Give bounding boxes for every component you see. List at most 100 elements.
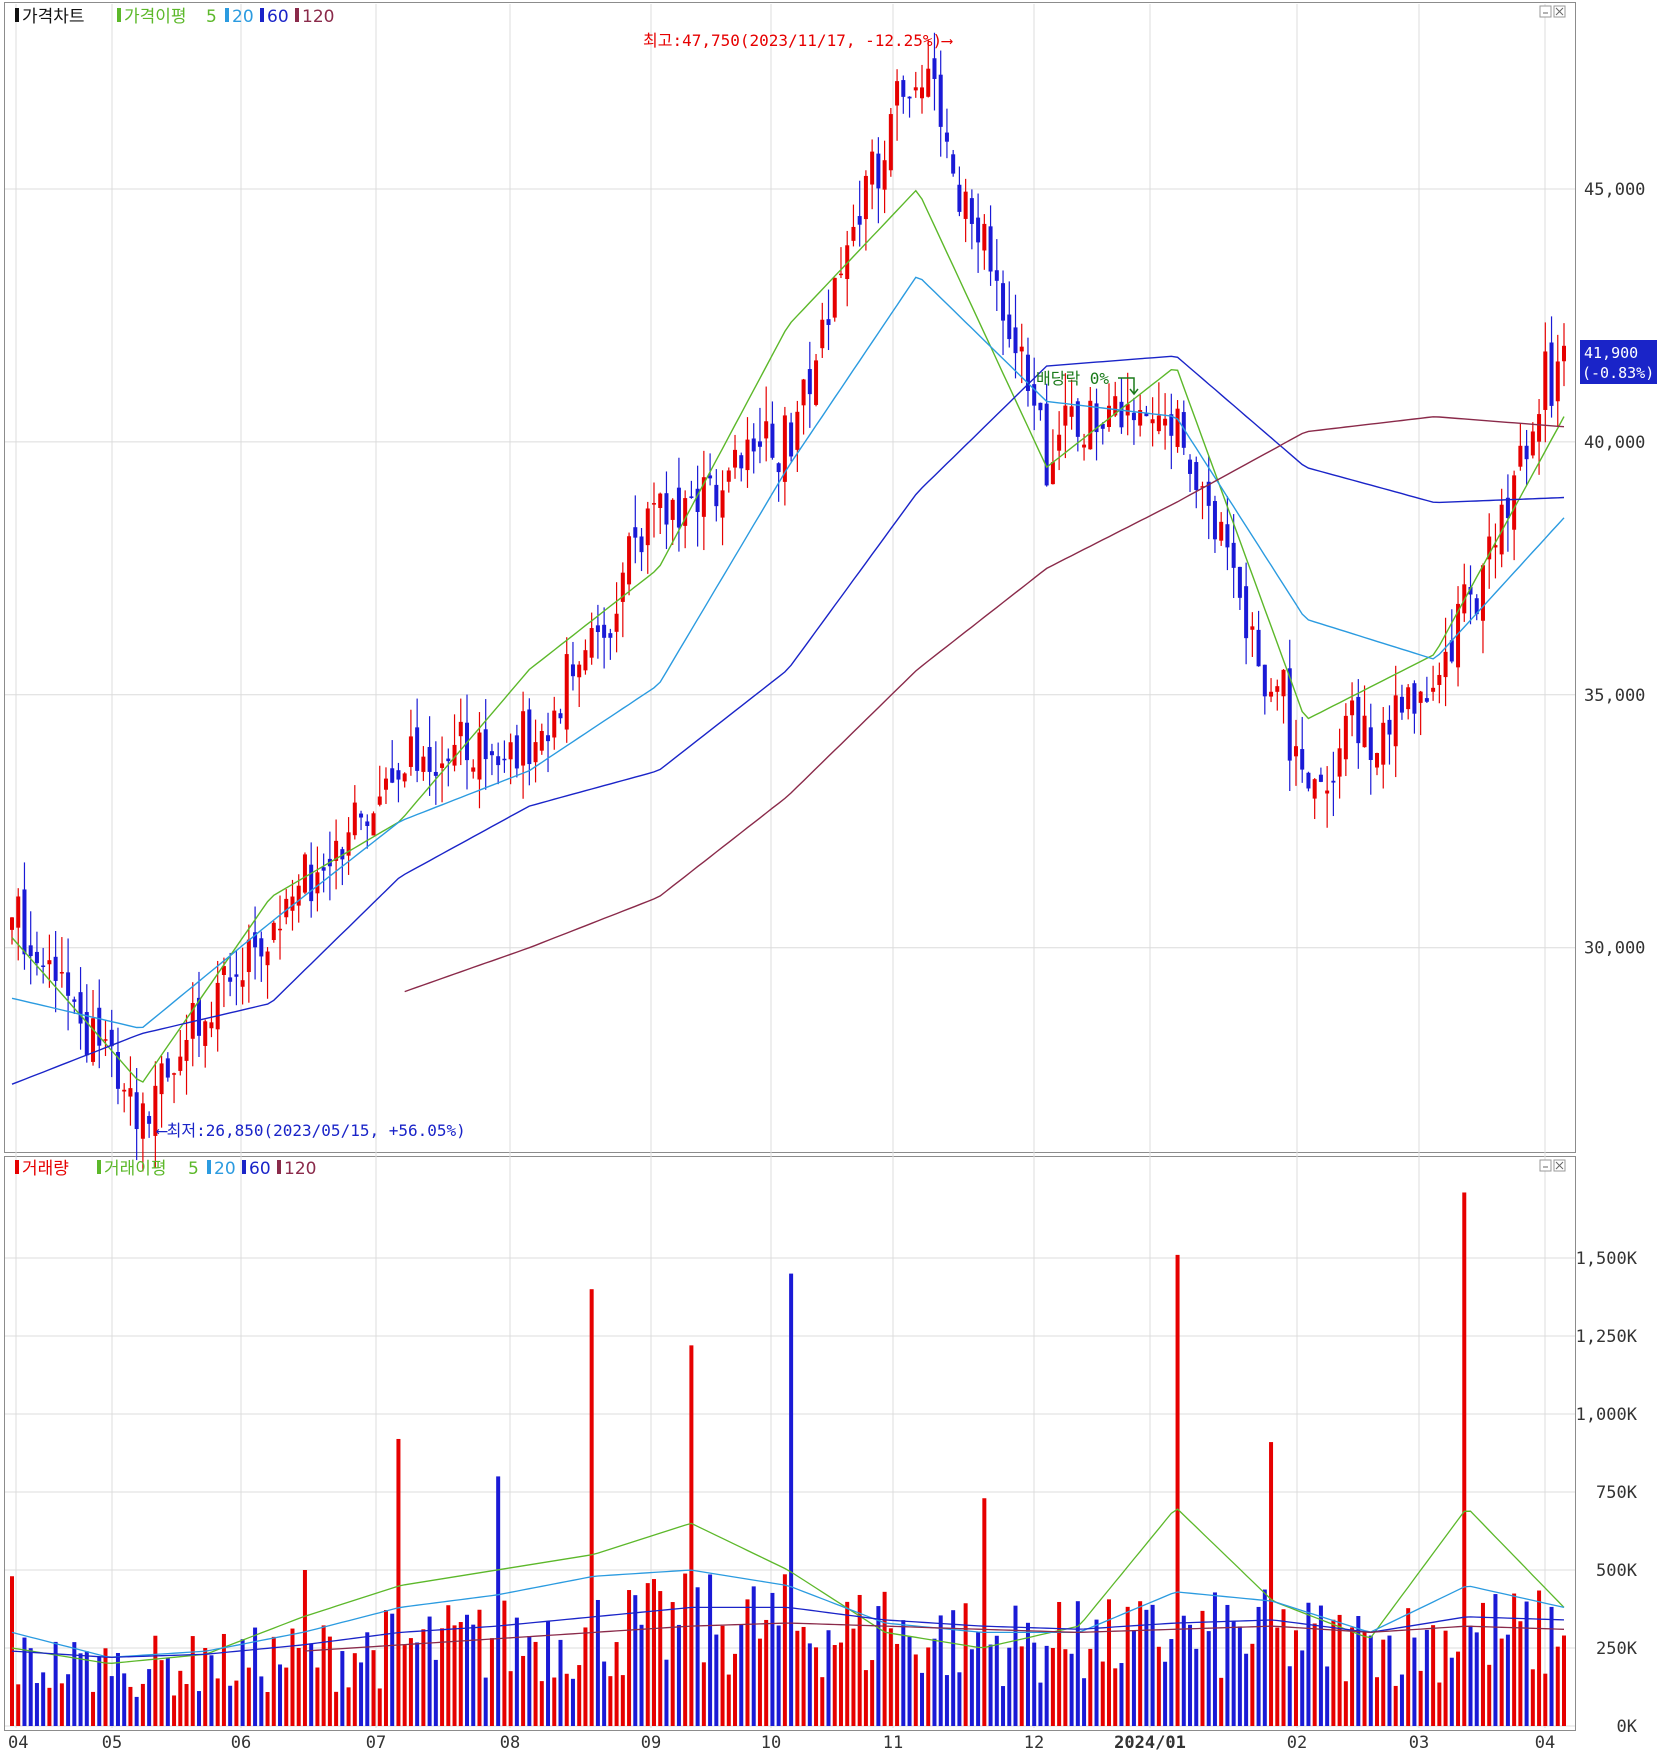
x-tick-label: 2024/01: [1114, 1733, 1186, 1753]
volume-bar: [620, 1675, 625, 1726]
volume-bar: [1119, 1663, 1124, 1726]
candle-body: [726, 470, 731, 482]
volume-bar: [1530, 1669, 1535, 1726]
volume-bar: [614, 1642, 619, 1726]
candle-body: [1555, 361, 1560, 402]
volume-bar: [932, 1638, 937, 1726]
volume-bar: [97, 1656, 102, 1726]
volume-bar: [1449, 1657, 1454, 1726]
volume-bar: [832, 1645, 837, 1726]
volume-bar: [645, 1583, 650, 1726]
legend-volume-marker: [15, 1160, 19, 1174]
candle-body: [539, 731, 544, 751]
candle-body: [770, 423, 775, 458]
candle-body: [907, 96, 912, 99]
volume-bar: [882, 1591, 887, 1726]
date-x-axis: 04 05 06 07 08 09 10 11 12 2024/01 02 03 04: [8, 1733, 1555, 1753]
candle-body: [1512, 475, 1517, 530]
volume-bar: [240, 1639, 245, 1726]
candle-body: [122, 1089, 127, 1092]
volume-bar: [346, 1687, 351, 1726]
volume-bar: [134, 1696, 139, 1726]
candle-body: [383, 778, 388, 790]
volume-bar: [651, 1579, 656, 1726]
candle-body: [664, 493, 669, 525]
volume-bar: [1188, 1624, 1193, 1726]
candle-body: [1119, 401, 1124, 428]
candle-body: [415, 727, 420, 771]
volume-bar: [907, 1636, 912, 1726]
candle-body: [134, 1092, 139, 1130]
candle-body: [888, 114, 893, 171]
volume-tick-label: 750K: [1596, 1483, 1638, 1503]
candle-body: [10, 917, 14, 930]
candle-body: [926, 68, 931, 97]
volume-bar: [402, 1645, 407, 1726]
candle-body: [159, 1063, 164, 1095]
candle-body: [1281, 669, 1286, 697]
volume-bar: [801, 1626, 806, 1726]
candle-body: [59, 972, 64, 974]
candle-body: [1424, 698, 1429, 702]
volume-y-axis: 1,500K 1,250K 1,000K 750K 500K 250K 0K: [1576, 1249, 1638, 1737]
volume-bar: [789, 1273, 794, 1726]
volume-bar: [246, 1667, 251, 1726]
candle-body: [1188, 459, 1193, 474]
candle-body: [53, 956, 58, 981]
candle-body: [733, 449, 738, 468]
candle-body: [920, 87, 925, 99]
volume-bar: [552, 1677, 557, 1726]
volume-bar: [196, 1691, 201, 1726]
candle-body: [645, 508, 650, 546]
candle-body: [508, 742, 513, 760]
candle-body: [1562, 345, 1566, 362]
volume-bar: [608, 1676, 613, 1726]
volume-bar: [1032, 1642, 1037, 1726]
volume-bar: [153, 1635, 158, 1726]
volume-bar: [41, 1672, 46, 1726]
volume-bar: [1138, 1601, 1143, 1726]
volume-bar: [452, 1625, 457, 1726]
volume-bar: [172, 1695, 177, 1726]
price-legend: 가격차트 가격이평 5 20 60 120: [15, 7, 334, 27]
volume-bar: [1318, 1605, 1323, 1726]
volume-bar: [851, 1628, 856, 1726]
stock-chart[interactable]: 45,000 40,000 35,000 30,000 1,500K 1,250K 1,0…: [0, 0, 1661, 1756]
volume-bar: [714, 1634, 719, 1726]
candle-body: [284, 898, 289, 918]
volume-bar: [1125, 1606, 1130, 1726]
candle-body: [944, 132, 949, 142]
legend-ma120: 120: [302, 7, 334, 27]
volume-bar: [415, 1642, 420, 1726]
candle-body: [1549, 342, 1554, 406]
volume-bar: [863, 1670, 868, 1726]
volume-bar: [1424, 1629, 1429, 1726]
volume-bar: [203, 1648, 208, 1726]
candle-body: [957, 184, 962, 212]
volume-bar: [1443, 1630, 1448, 1726]
candle-body: [1256, 629, 1261, 667]
price-panel-minimize-button[interactable]: [1539, 5, 1552, 18]
volume-bar: [1524, 1601, 1529, 1726]
volume-bar: [895, 1643, 900, 1726]
low-price-annotation: ⟵최저:26,850(2023/05/15, +56.05%): [156, 1121, 466, 1140]
candle-body: [1443, 651, 1448, 678]
x-tick-label: 10: [761, 1733, 781, 1753]
price-panel[interactable]: [4, 2, 1576, 1153]
volume-bar: [1499, 1638, 1504, 1726]
volume-bar: [814, 1647, 819, 1726]
candle-body: [246, 939, 251, 973]
volume-bar: [639, 1624, 644, 1726]
candle-body: [776, 463, 781, 473]
volume-panel-minimize-button[interactable]: [1539, 1159, 1552, 1172]
volume-bar: [795, 1630, 800, 1726]
candle-body: [165, 1058, 170, 1078]
candle-body: [913, 87, 918, 91]
candle-body: [1262, 664, 1267, 697]
volume-bar: [1212, 1592, 1217, 1726]
candle-body: [757, 441, 762, 447]
current-price-value: 41,900: [1584, 344, 1638, 362]
candle-body: [1356, 696, 1361, 744]
volume-bar: [664, 1659, 669, 1726]
volume-bar: [570, 1678, 575, 1726]
